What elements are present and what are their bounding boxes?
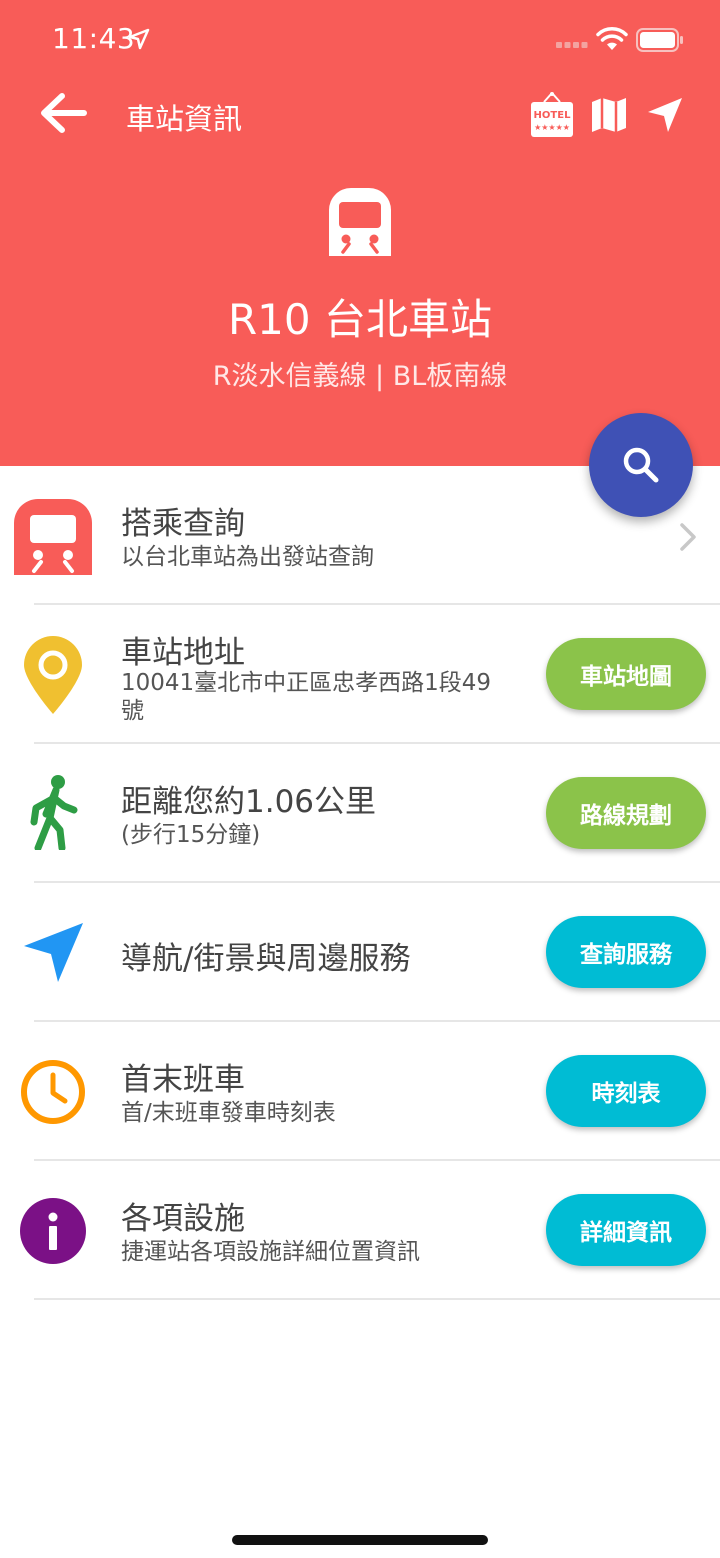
row-title: 搭乘查詢 xyxy=(121,506,245,542)
row-title: 車站地址 xyxy=(121,635,245,671)
svg-text:HOTEL: HOTEL xyxy=(534,110,572,121)
row-subtitle: 首/末班車發車時刻表 xyxy=(121,1100,336,1126)
station-lines: R淡水信義線 | BL板南線 xyxy=(212,361,508,392)
navigation-row: 導航/街景與周邊服務 查詢服務 xyxy=(0,883,720,1022)
wifi-icon xyxy=(596,27,628,50)
station-header: 11:43 車站資訊 HOTEL ★★★★★ R10 台北車站 R淡水信義線 |… xyxy=(0,0,720,466)
timetable-button[interactable]: 時刻表 xyxy=(546,1055,706,1127)
battery-icon xyxy=(636,28,683,52)
row-subtitle: (步行15分鐘) xyxy=(121,822,261,848)
row-subtitle: 以台北車站為出發站查詢 xyxy=(121,544,374,570)
first-last-train-row: 首末班車 首/末班車發車時刻表 時刻表 xyxy=(0,1022,720,1161)
row-title: 導航/街景與周邊服務 xyxy=(121,941,411,977)
map-icon[interactable] xyxy=(590,97,628,133)
station-map-button[interactable]: 車站地圖 xyxy=(546,638,706,710)
station-name: R10 台北車站 xyxy=(228,295,492,344)
train-icon xyxy=(14,499,92,575)
info-icon xyxy=(20,1198,86,1264)
cellular-signal-icon xyxy=(556,42,588,48)
distance-row: 距離您約1.06公里 (步行15分鐘) 路線規劃 xyxy=(0,744,720,883)
home-indicator[interactable] xyxy=(232,1535,488,1545)
status-time: 11:43 xyxy=(52,22,136,55)
divider xyxy=(34,1298,720,1300)
details-button[interactable]: 詳細資訊 xyxy=(546,1194,706,1266)
walking-person-icon xyxy=(30,775,78,850)
row-subtitle: 捷運站各項設施詳細位置資訊 xyxy=(121,1239,420,1265)
facilities-row: 各項設施 捷運站各項設施詳細位置資訊 詳細資訊 xyxy=(0,1161,720,1300)
ride-query-row[interactable]: 搭乘查詢 以台北車站為出發站查詢 xyxy=(0,466,720,605)
row-title: 首末班車 xyxy=(121,1062,245,1098)
row-subtitle: 10041臺北市中正區忠孝西路1段49號 xyxy=(121,670,492,724)
hotel-icon[interactable]: HOTEL ★★★★★ xyxy=(530,92,574,138)
route-planning-button[interactable]: 路線規劃 xyxy=(546,777,706,849)
train-icon xyxy=(329,188,391,256)
address-row: 車站地址 10041臺北市中正區忠孝西路1段49號 車站地圖 xyxy=(0,605,720,744)
clock-icon xyxy=(21,1060,85,1124)
navigation-arrow-icon[interactable] xyxy=(646,97,684,133)
row-title: 距離您約1.06公里 xyxy=(121,784,377,820)
location-services-icon xyxy=(128,28,150,50)
location-pin-icon xyxy=(24,636,82,714)
back-arrow-icon[interactable] xyxy=(38,92,88,134)
navigation-arrow-icon xyxy=(24,923,83,982)
svg-text:★★★★★: ★★★★★ xyxy=(534,123,570,132)
row-title: 各項設施 xyxy=(121,1201,245,1237)
chevron-right-icon[interactable] xyxy=(678,522,698,552)
query-services-button[interactable]: 查詢服務 xyxy=(546,916,706,988)
page-title: 車站資訊 xyxy=(126,102,243,136)
